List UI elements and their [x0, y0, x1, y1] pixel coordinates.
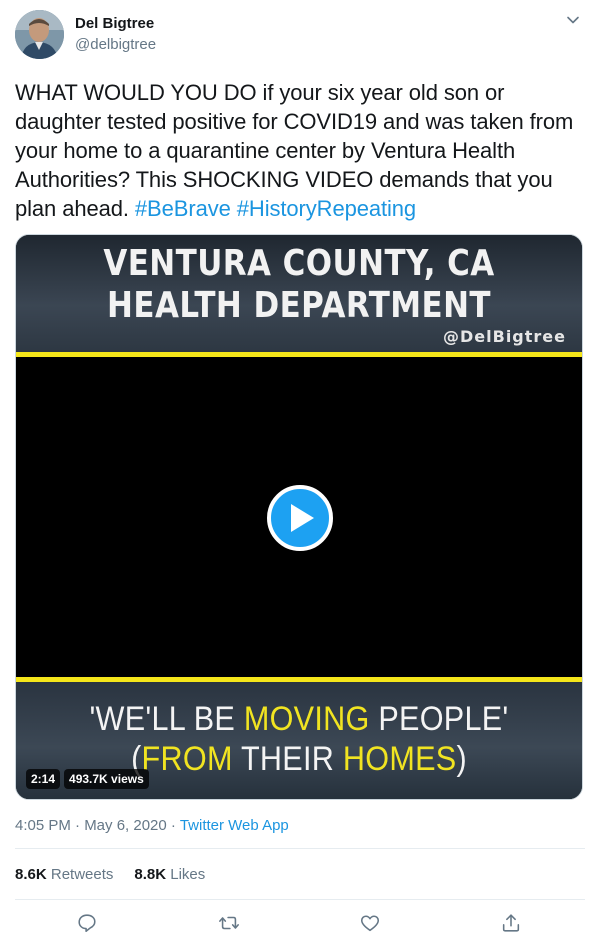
- tweet-text: WHAT WOULD YOU DO if your six year old s…: [15, 78, 575, 223]
- video-player[interactable]: VENTURA COUNTY, CA HEALTH DEPARTMENT @De…: [15, 234, 583, 800]
- caption-text: THEIR: [232, 740, 343, 778]
- tweet-timestamp[interactable]: 4:05 PM · May 6, 2020 ·: [15, 817, 180, 834]
- video-credit: @DelBigtree: [443, 327, 566, 346]
- avatar[interactable]: [15, 10, 64, 59]
- author-name[interactable]: Del Bigtree: [75, 15, 154, 32]
- video-title-line1: VENTURA COUNTY, CA: [103, 243, 495, 284]
- tweet-actions: [0, 912, 598, 940]
- caption-text: ): [456, 740, 467, 778]
- tweet-header: Del Bigtree @delbigtree: [15, 10, 585, 60]
- share-icon[interactable]: [500, 912, 522, 934]
- video-duration: 2:14: [26, 769, 61, 789]
- hashtag-link[interactable]: #BeBrave: [135, 196, 231, 221]
- likes-count: 8.8K: [134, 866, 167, 883]
- retweets-stat[interactable]: 8.6K Retweets: [15, 866, 113, 883]
- divider: [15, 848, 585, 849]
- tweet-meta: 4:05 PM · May 6, 2020 · Twitter Web App: [15, 817, 289, 834]
- play-button[interactable]: [267, 485, 333, 551]
- retweets-label: Retweets: [50, 866, 114, 883]
- caption-highlight: FROM: [141, 740, 233, 778]
- retweets-count: 8.6K: [15, 866, 47, 883]
- hashtag-link[interactable]: #HistoryRepeating: [237, 196, 416, 221]
- author-handle[interactable]: @delbigtree: [75, 36, 156, 53]
- caption-highlight: HOMES: [342, 740, 457, 778]
- video-badges: 2:14 493.7K views: [26, 769, 149, 789]
- likes-label: Likes: [170, 866, 206, 883]
- caption-text: PEOPLE': [369, 700, 509, 738]
- video-title-banner: VENTURA COUNTY, CA HEALTH DEPARTMENT @De…: [16, 235, 582, 353]
- divider: [15, 899, 585, 900]
- video-caption-line1: 'WE'LL BE MOVING PEOPLE': [44, 700, 553, 739]
- video-title-line2: HEALTH DEPARTMENT: [107, 285, 491, 326]
- retweet-icon[interactable]: [218, 912, 240, 934]
- chevron-down-icon[interactable]: [566, 13, 580, 27]
- source-app-link[interactable]: Twitter Web App: [180, 817, 289, 834]
- play-icon: [291, 504, 314, 532]
- likes-stat[interactable]: 8.8K Likes: [134, 866, 205, 883]
- heart-icon[interactable]: [359, 912, 381, 934]
- caption-text: 'WE'LL BE: [89, 700, 244, 738]
- video-views: 493.7K views: [64, 769, 149, 789]
- tweet-stats: 8.6K Retweets 8.8K Likes: [15, 866, 205, 883]
- reply-icon[interactable]: [76, 912, 98, 934]
- caption-highlight: MOVING: [243, 700, 370, 738]
